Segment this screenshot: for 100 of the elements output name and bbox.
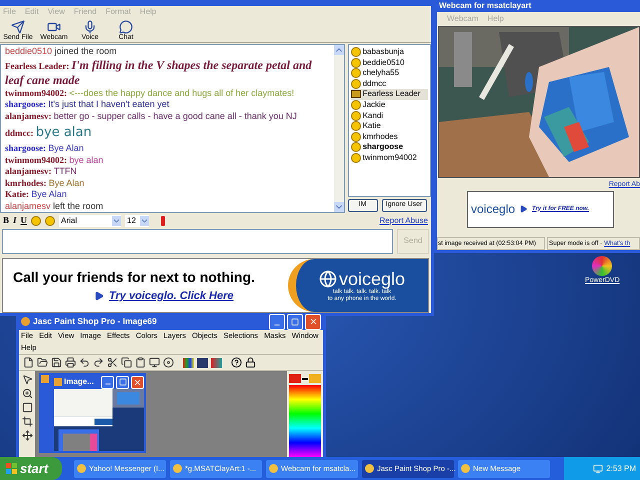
tool-icon[interactable]	[22, 374, 32, 385]
font-dropdown[interactable]: Arial	[59, 214, 122, 227]
window-title: Jasc Paint Shop Pro - Image69	[33, 315, 157, 328]
smiley-icon	[350, 100, 361, 110]
user-list-item[interactable]: Fearless Leader	[350, 89, 428, 100]
app-icon	[461, 464, 470, 473]
emoticon-icon	[31, 216, 42, 226]
clock: 2:53 PM	[606, 462, 636, 474]
size-dropdown[interactable]: 12	[125, 214, 150, 227]
app-icon	[365, 464, 374, 473]
dropdown-icon	[140, 216, 150, 226]
tool-icon[interactable]	[22, 402, 32, 413]
user-list-item[interactable]: ddmcc	[350, 78, 428, 90]
globe-icon	[318, 270, 337, 288]
user-list-item[interactable]: twinmom94002	[350, 152, 428, 164]
toolbar-icon[interactable]	[121, 357, 132, 368]
app-icon	[173, 464, 182, 473]
close-icon	[133, 378, 142, 386]
chat-event: beddie0510 joined the room	[5, 46, 118, 57]
smiley-icon	[350, 78, 361, 89]
color-bars-icon[interactable]	[183, 358, 194, 368]
toolbar-icon[interactable]	[135, 357, 146, 368]
scroll-down-icon	[334, 202, 344, 212]
chat-message: shargoose: Bye Alan	[5, 143, 85, 155]
chat-message: Katie: Bye Alan	[5, 189, 68, 201]
voiceglo-logo: voiceglo	[338, 268, 406, 289]
smiley-icon	[350, 110, 361, 121]
maximize-icon	[291, 318, 299, 326]
color-bars-icon[interactable]	[211, 358, 222, 368]
toolbar-icon[interactable]	[149, 357, 160, 368]
dropdown-icon	[112, 216, 122, 226]
emoticon-icon	[45, 216, 56, 226]
italic-button[interactable]: I	[13, 214, 17, 228]
ad-link[interactable]: Try voiceglo. Click Here	[109, 288, 234, 304]
voiceglo-logo: voiceglo	[471, 201, 516, 218]
toolbar-icon[interactable]	[23, 357, 34, 368]
toolbar-icon[interactable]	[65, 357, 76, 368]
speech-bubble-icon	[118, 20, 134, 34]
chat-message: alanjamesv: better go - supper calls - have a good cane all - thank you NJ	[5, 110, 298, 122]
smiley-icon	[350, 46, 361, 57]
toolbar-icon[interactable]	[51, 357, 62, 368]
color-palette[interactable]	[289, 385, 321, 457]
user-list-item[interactable]: shargoose	[350, 142, 428, 153]
user-list-item[interactable]: Kandi	[350, 110, 428, 121]
document-title: Image...	[64, 376, 94, 388]
chat-message: shargoose: It's just that I haven't eaten yet	[5, 99, 170, 111]
maximize-button[interactable]	[116, 376, 129, 388]
smiley-icon	[350, 132, 361, 142]
window-title: Webcam for msatclayart	[439, 0, 532, 12]
help-icon[interactable]	[231, 357, 242, 368]
ad-headline: Call your friends for next to nothing.	[13, 268, 256, 287]
bold-button[interactable]: B	[3, 214, 10, 228]
underline-button[interactable]: U	[20, 214, 28, 228]
chat-message: twinmom94002: <---does the happy dance and hugs all of her claymates!	[5, 88, 296, 100]
user-list-item[interactable]: Katie	[350, 120, 428, 132]
chat-message: alanjamesv: TTFN	[5, 166, 78, 178]
chat-message: twinmom94002: bye alan	[5, 154, 104, 166]
toolbar-icon[interactable]	[93, 357, 104, 368]
chat-event: alanjamesv left the room	[5, 200, 104, 212]
scroll-up-icon	[334, 44, 344, 55]
user-list-item[interactable]: beddie0510	[350, 57, 428, 68]
chat-message: ddmcc: bye alan	[5, 124, 93, 142]
background-color-swatch[interactable]	[309, 374, 321, 383]
report-abuse-link[interactable]: Report Abuse	[380, 214, 428, 227]
minimize-button[interactable]	[269, 314, 285, 330]
chat-message: Fearless Leader: I'm filling in the V shapes the separate petal and leaf cane made	[5, 58, 313, 87]
toolbar-icon[interactable]	[107, 357, 118, 368]
tool-icon[interactable]	[22, 416, 32, 427]
user-list-item[interactable]: kmrhodes	[350, 131, 428, 142]
app-icon	[269, 464, 278, 473]
windows-logo-icon	[6, 463, 17, 474]
chat-message: kmrhodes: Bye Alan	[5, 178, 86, 190]
envelope-icon	[10, 20, 26, 34]
user-list-item[interactable]: babasbunja	[350, 46, 428, 58]
histogram-icon[interactable]	[197, 358, 208, 368]
lock-icon[interactable]	[245, 357, 256, 368]
close-icon	[308, 317, 318, 326]
app-icon	[77, 464, 86, 473]
scrollbar[interactable]	[334, 44, 344, 212]
smiley-icon	[350, 68, 361, 78]
message-input[interactable]	[2, 228, 393, 254]
tool-icon[interactable]	[22, 430, 32, 441]
start-button[interactable]: start	[0, 457, 62, 480]
minimize-button[interactable]	[101, 376, 114, 388]
toolbar-icon[interactable]	[79, 357, 90, 368]
smiley-icon	[350, 58, 361, 68]
smiley-icon	[350, 152, 361, 163]
smiley-icon	[350, 121, 361, 132]
toolbar-icon[interactable]	[163, 357, 174, 368]
user-list-item[interactable]: Jackie	[350, 100, 428, 110]
monitor-icon[interactable]	[593, 464, 604, 474]
tool-icon[interactable]	[22, 388, 32, 399]
user-list-item[interactable]: chelyha55	[350, 68, 428, 78]
foreground-color-swatch[interactable]	[289, 374, 301, 383]
maximize-button[interactable]	[287, 314, 303, 330]
toolbar-icon[interactable]	[37, 357, 48, 368]
smiley-icon	[350, 142, 361, 152]
close-button[interactable]	[131, 376, 144, 388]
close-button[interactable]	[305, 314, 321, 330]
arrow-icon	[93, 291, 105, 302]
